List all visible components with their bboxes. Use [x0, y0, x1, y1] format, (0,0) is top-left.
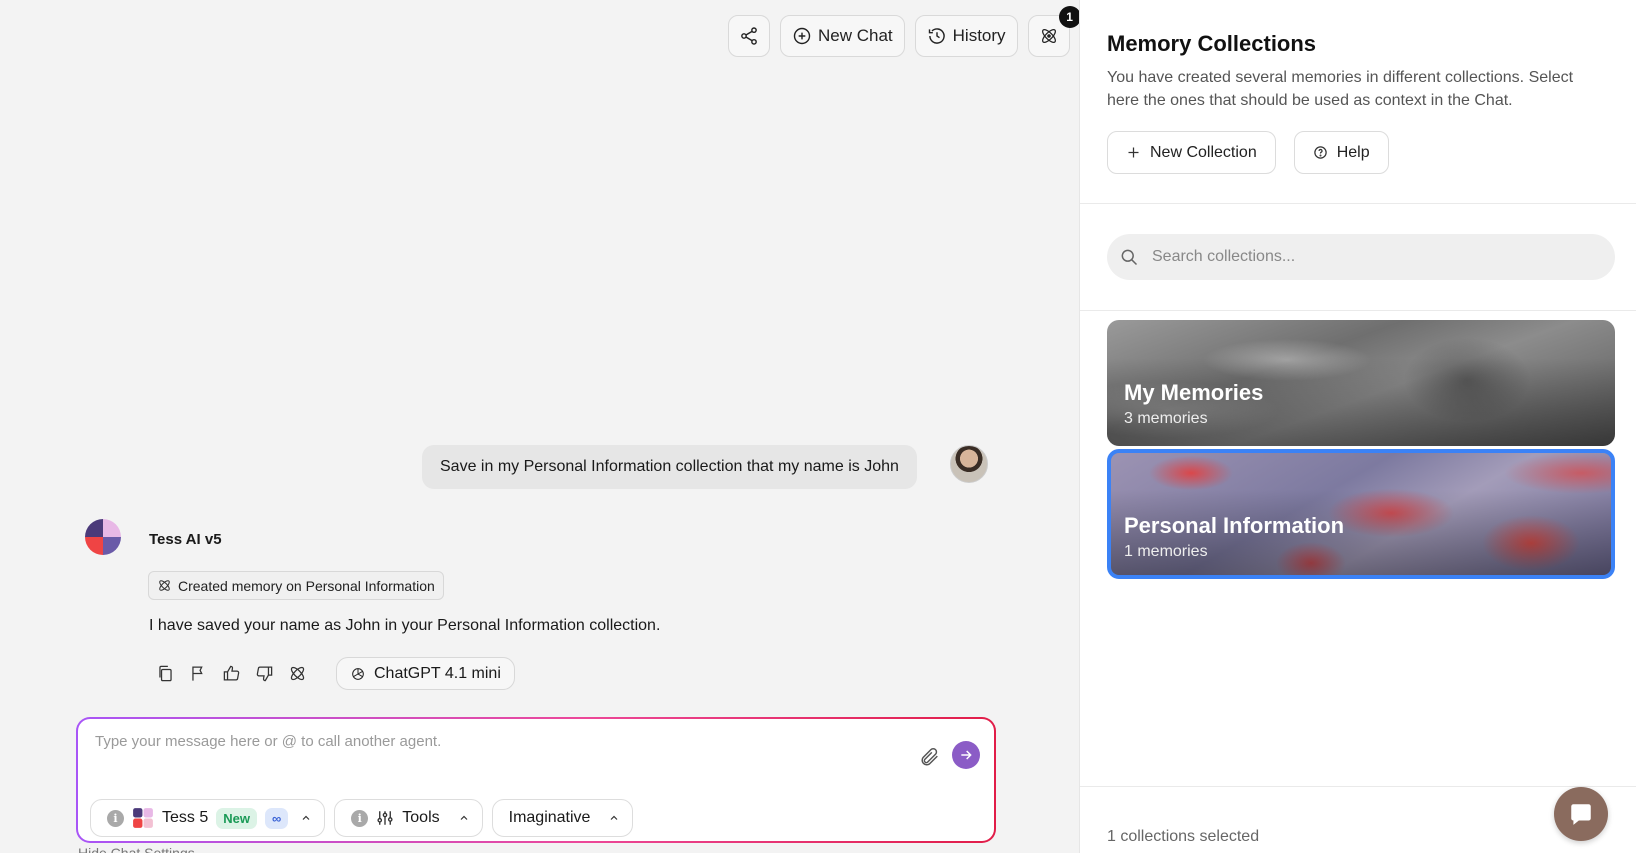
chevron-up-icon [302, 815, 310, 820]
user-avatar [950, 445, 988, 483]
divider [1080, 786, 1636, 787]
chat-toolbar: New Chat History 1 [728, 6, 1081, 57]
user-message-bubble: Save in my Personal Information collecti… [422, 445, 917, 489]
thumbs-up-icon [223, 665, 239, 681]
new-collection-button[interactable]: New Collection [1107, 131, 1276, 174]
support-chat-button[interactable] [1554, 787, 1608, 841]
save-memory-button[interactable] [287, 664, 307, 684]
paperclip-icon[interactable] [919, 746, 941, 768]
tess-logo-icon [133, 808, 153, 828]
info-icon[interactable]: i [107, 809, 124, 827]
help-label: Help [1336, 143, 1370, 161]
agent-selector-label: Tess 5 [162, 809, 209, 826]
atom-icon [290, 666, 304, 681]
thumbs-down-button[interactable] [254, 664, 274, 684]
mode-label: Imaginative [508, 809, 591, 826]
memory-tag-label: Created memory on Personal Information [178, 577, 435, 594]
agent-reply-text: I have saved your name as John in your P… [149, 617, 661, 634]
panel-title: Memory Collections [1107, 31, 1317, 56]
chat-pane: New Chat History 1 Save in my Personal I… [0, 0, 1081, 853]
agent-name: Tess AI v5 [149, 531, 222, 548]
chat-bubble-icon [1571, 804, 1591, 825]
infinity-badge: ∞ [264, 807, 289, 829]
flag-icon [191, 666, 203, 681]
history-icon [928, 28, 945, 44]
plus-circle-icon [793, 27, 811, 45]
openai-icon [352, 667, 364, 680]
history-button[interactable]: History [914, 15, 1018, 57]
share-icon [741, 27, 757, 45]
notification-badge: 1 [1058, 6, 1081, 28]
message-input[interactable] [95, 733, 875, 750]
tess-logo-icon [85, 519, 121, 555]
search-icon [1121, 249, 1138, 266]
collection-name: My Memories [1124, 380, 1264, 405]
memory-created-tag[interactable]: Created memory on Personal Information [148, 571, 444, 600]
panel-actions: New Collection Help [1107, 131, 1389, 174]
collection-name: Personal Information [1124, 513, 1345, 538]
search-collections-input[interactable] [1152, 248, 1592, 266]
collection-card-personal-information[interactable]: Personal Information 1 memories [1107, 449, 1615, 579]
memory-collections-panel: Memory Collections You have created seve… [1079, 0, 1636, 853]
user-message-text: Save in my Personal Information collecti… [440, 458, 899, 475]
history-label: History [952, 26, 1006, 45]
chat-settings-row: i Tess 5 New ∞ i Tools Imaginative [90, 799, 634, 837]
mode-selector[interactable]: Imaginative [491, 799, 634, 837]
collection-count: 1 memories [1124, 543, 1208, 560]
sliders-icon [377, 811, 393, 825]
divider [1080, 203, 1636, 204]
panel-description: You have created several memories in dif… [1107, 69, 1574, 109]
message-composer: i Tess 5 New ∞ i Tools [76, 717, 996, 843]
message-actions: ChatGPT 4.1 mini [155, 657, 515, 690]
arrow-right-icon [961, 750, 972, 760]
tools-selector[interactable]: i Tools [334, 799, 483, 837]
collection-search [1107, 234, 1615, 280]
new-badge: New [216, 807, 257, 829]
collection-card-my-memories[interactable]: My Memories 3 memories [1107, 320, 1615, 446]
chevron-up-icon [611, 815, 618, 820]
info-icon[interactable]: i [351, 809, 369, 827]
collection-count: 3 memories [1124, 410, 1208, 427]
new-chat-button[interactable]: New Chat [780, 15, 905, 57]
send-button[interactable] [952, 741, 980, 769]
copy-icon [158, 665, 172, 682]
atom-icon [159, 580, 170, 591]
tools-label: Tools [402, 809, 440, 826]
divider [1080, 310, 1636, 311]
model-label: ChatGPT 4.1 mini [374, 664, 501, 682]
new-chat-label: New Chat [818, 26, 893, 45]
new-collection-label: New Collection [1150, 143, 1257, 161]
share-button[interactable] [728, 15, 770, 57]
plus-icon [1128, 147, 1139, 158]
chevron-up-icon [460, 815, 468, 820]
thumbs-up-button[interactable] [221, 664, 241, 684]
copy-button[interactable] [155, 664, 175, 684]
hide-chat-settings-link[interactable]: Hide Chat Settings [78, 845, 195, 853]
help-circle-icon [1313, 146, 1327, 159]
thumbs-down-icon [256, 666, 272, 682]
help-button[interactable]: Help [1293, 131, 1389, 174]
agent-selector[interactable]: i Tess 5 New ∞ [90, 799, 326, 837]
selected-count: 1 collections selected [1107, 828, 1260, 845]
model-selector-pill[interactable]: ChatGPT 4.1 mini [336, 657, 515, 690]
atom-icon [1041, 29, 1056, 43]
report-button[interactable] [188, 664, 208, 684]
